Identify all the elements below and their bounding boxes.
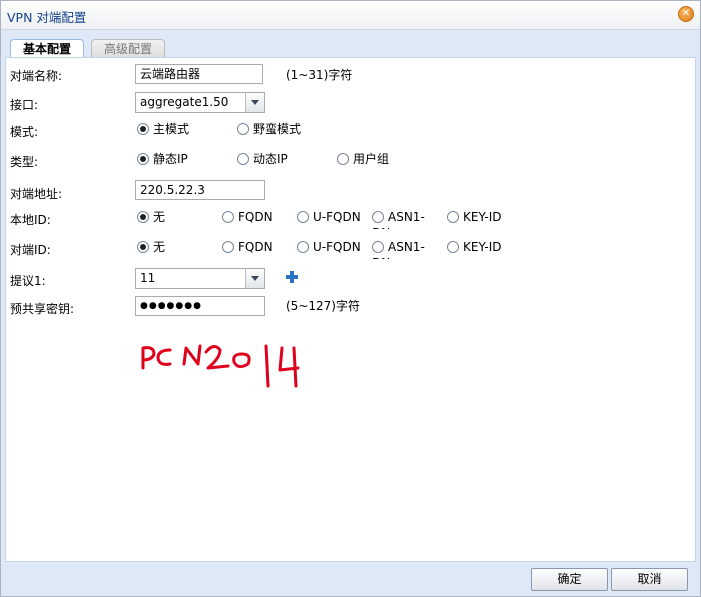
- tab-basic-config[interactable]: 基本配置: [10, 39, 85, 59]
- psk-input[interactable]: ●●●●●●●: [135, 296, 265, 316]
- interface-select[interactable]: aggregate1.50: [135, 92, 265, 113]
- add-icon[interactable]: [286, 271, 298, 283]
- handwritten-annotation: [141, 344, 300, 388]
- radio-icon: [372, 211, 384, 223]
- radio-icon: [222, 241, 234, 253]
- cancel-button[interactable]: 取消: [611, 568, 688, 591]
- tab-strip: 基本配置 高级配置: [5, 33, 696, 59]
- radio-selected-icon: [137, 241, 149, 253]
- dialog-title: VPN 对端配置: [7, 10, 87, 25]
- peer-id-fqdn-label: FQDN: [238, 240, 273, 254]
- interface-label: 接口:: [10, 98, 39, 112]
- peer-name-input[interactable]: 云端路由器: [135, 64, 263, 84]
- local-id-keyid-label: KEY-ID: [463, 210, 502, 224]
- type-dynamic-ip-radio[interactable]: 动态IP: [237, 151, 288, 167]
- peer-id-ufqdn-label: U-FQDN: [313, 240, 361, 254]
- mode-main-radio[interactable]: 主模式: [137, 121, 189, 137]
- peer-address-label: 对端地址:: [10, 187, 63, 201]
- peer-id-ufqdn-radio[interactable]: U-FQDN: [297, 239, 361, 255]
- radio-selected-icon: [137, 123, 149, 135]
- peer-id-asn1dn-radio[interactable]: ASN1-DN: [372, 239, 438, 259]
- radio-selected-icon: [137, 153, 149, 165]
- title-bar[interactable]: VPN 对端配置 ✕: [1, 1, 700, 30]
- peer-id-keyid-radio[interactable]: KEY-ID: [447, 239, 501, 255]
- peer-id-fqdn-radio[interactable]: FQDN: [222, 239, 273, 255]
- peer-id-label: 对端ID:: [10, 243, 51, 257]
- ok-button[interactable]: 确定: [531, 568, 608, 591]
- radio-icon: [372, 241, 384, 253]
- proposal1-select[interactable]: 11: [135, 268, 265, 289]
- proposal1-label: 提议1:: [10, 274, 46, 288]
- local-id-label: 本地ID:: [10, 213, 51, 227]
- radio-icon: [237, 153, 249, 165]
- radio-icon: [447, 211, 459, 223]
- type-static-ip-label: 静态IP: [153, 152, 188, 166]
- radio-icon: [222, 211, 234, 223]
- mode-aggressive-label: 野蛮模式: [253, 122, 302, 136]
- local-id-asn1dn-radio[interactable]: ASN1-DN: [372, 209, 438, 229]
- type-label: 类型:: [10, 155, 39, 169]
- peer-id-none-radio[interactable]: 无: [137, 239, 165, 255]
- psk-hint: (5~127)字符: [286, 299, 360, 313]
- local-id-fqdn-radio[interactable]: FQDN: [222, 209, 273, 225]
- type-static-ip-radio[interactable]: 静态IP: [137, 151, 188, 167]
- radio-icon: [237, 123, 249, 135]
- close-icon[interactable]: ✕: [678, 6, 694, 22]
- radio-selected-icon: [137, 211, 149, 223]
- peer-name-label: 对端名称:: [10, 69, 63, 83]
- local-id-ufqdn-radio[interactable]: U-FQDN: [297, 209, 361, 225]
- proposal1-value: 11: [140, 271, 156, 285]
- peer-address-input[interactable]: 220.5.22.3: [135, 180, 265, 200]
- mode-main-label: 主模式: [153, 122, 190, 136]
- local-id-none-radio[interactable]: 无: [137, 209, 165, 225]
- mode-label: 模式:: [10, 125, 39, 139]
- type-user-group-label: 用户组: [353, 152, 390, 166]
- radio-icon: [297, 241, 309, 253]
- peer-name-hint: (1~31)字符: [286, 68, 353, 82]
- psk-label: 预共享密钥:: [10, 302, 75, 316]
- tab-advanced-config[interactable]: 高级配置: [91, 39, 166, 58]
- peer-id-keyid-label: KEY-ID: [463, 240, 502, 254]
- local-id-ufqdn-label: U-FQDN: [313, 210, 361, 224]
- local-id-fqdn-label: FQDN: [238, 210, 273, 224]
- type-dynamic-ip-label: 动态IP: [253, 152, 288, 166]
- peer-id-none-label: 无: [153, 240, 166, 254]
- type-user-group-radio[interactable]: 用户组: [337, 151, 389, 167]
- chevron-down-icon[interactable]: [245, 269, 264, 288]
- chevron-down-icon[interactable]: [245, 93, 264, 112]
- local-id-none-label: 无: [153, 210, 166, 224]
- radio-icon: [337, 153, 349, 165]
- interface-value: aggregate1.50: [140, 95, 229, 109]
- mode-aggressive-radio[interactable]: 野蛮模式: [237, 121, 301, 137]
- local-id-keyid-radio[interactable]: KEY-ID: [447, 209, 501, 225]
- radio-icon: [447, 241, 459, 253]
- radio-icon: [297, 211, 309, 223]
